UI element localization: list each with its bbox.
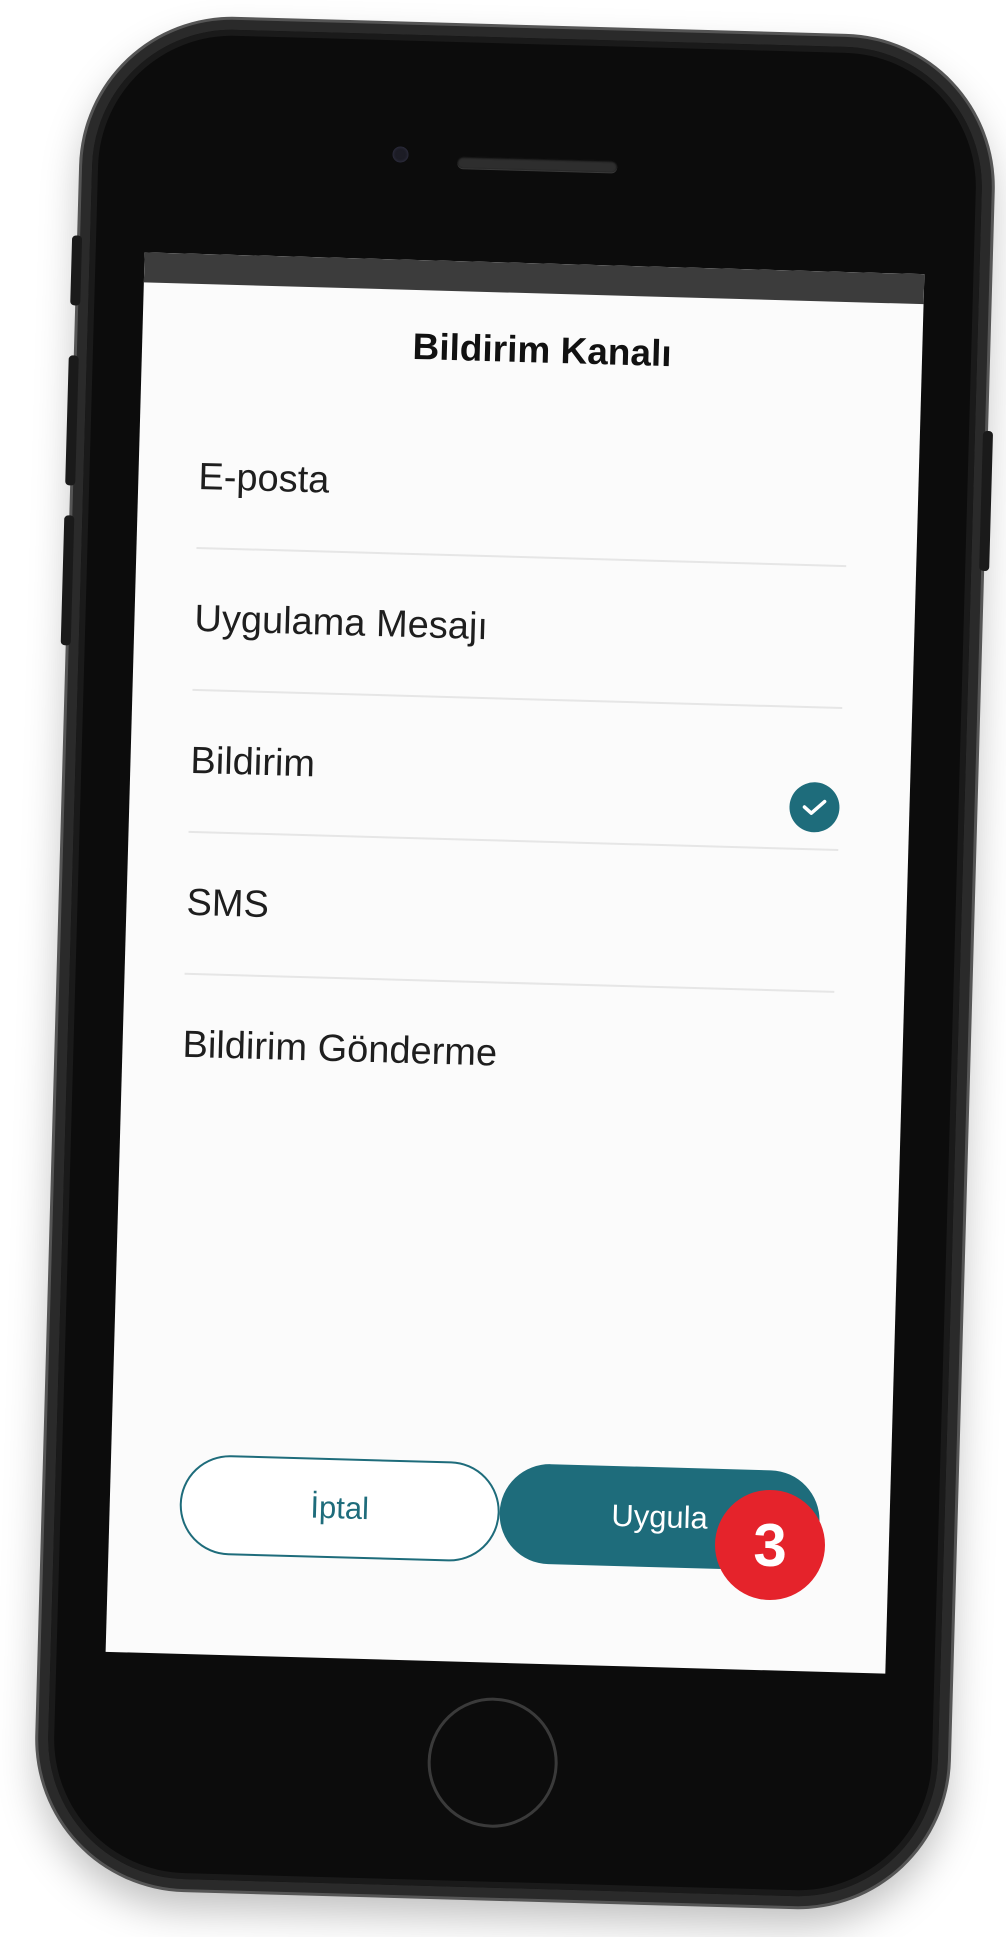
phone-screen: Bildirim Kanalı E-posta Uygulama Mesajı … (105, 252, 925, 1674)
screenshot-stage: Bildirim Kanalı E-posta Uygulama Mesajı … (0, 0, 1006, 1937)
checkmark-icon (802, 799, 827, 815)
option-label: Uygulama Mesajı (193, 597, 489, 648)
cancel-button[interactable]: İptal (178, 1453, 502, 1563)
front-camera-icon (392, 146, 409, 163)
option-do-not-notify[interactable]: Bildirim Gönderme (181, 975, 835, 1133)
option-notification[interactable]: Bildirim (188, 690, 843, 851)
option-app-message[interactable]: Uygulama Mesajı (192, 548, 847, 710)
phone-frame: Bildirim Kanalı E-posta Uygulama Mesajı … (34, 15, 996, 1911)
power-button (979, 430, 994, 572)
option-label: E-posta (197, 455, 330, 502)
status-bar (143, 252, 925, 305)
volume-up-button (65, 355, 79, 486)
notification-channel-list: E-posta Uygulama Mesajı Bildirim SMS Bil… (121, 405, 920, 1135)
earpiece-speaker (457, 156, 618, 173)
sheet-title: Bildirim Kanalı (412, 325, 673, 375)
step-number-badge: 3 (715, 1490, 825, 1600)
option-label: SMS (185, 881, 270, 926)
home-button[interactable] (425, 1695, 560, 1830)
option-label: Bildirim (189, 739, 316, 785)
check-circle-icon (788, 781, 841, 833)
volume-down-button (60, 515, 75, 646)
option-label: Bildirim Gönderme (182, 1023, 498, 1075)
option-sms[interactable]: SMS (184, 832, 839, 993)
option-email[interactable]: E-posta (196, 406, 851, 568)
mute-switch (70, 235, 83, 306)
